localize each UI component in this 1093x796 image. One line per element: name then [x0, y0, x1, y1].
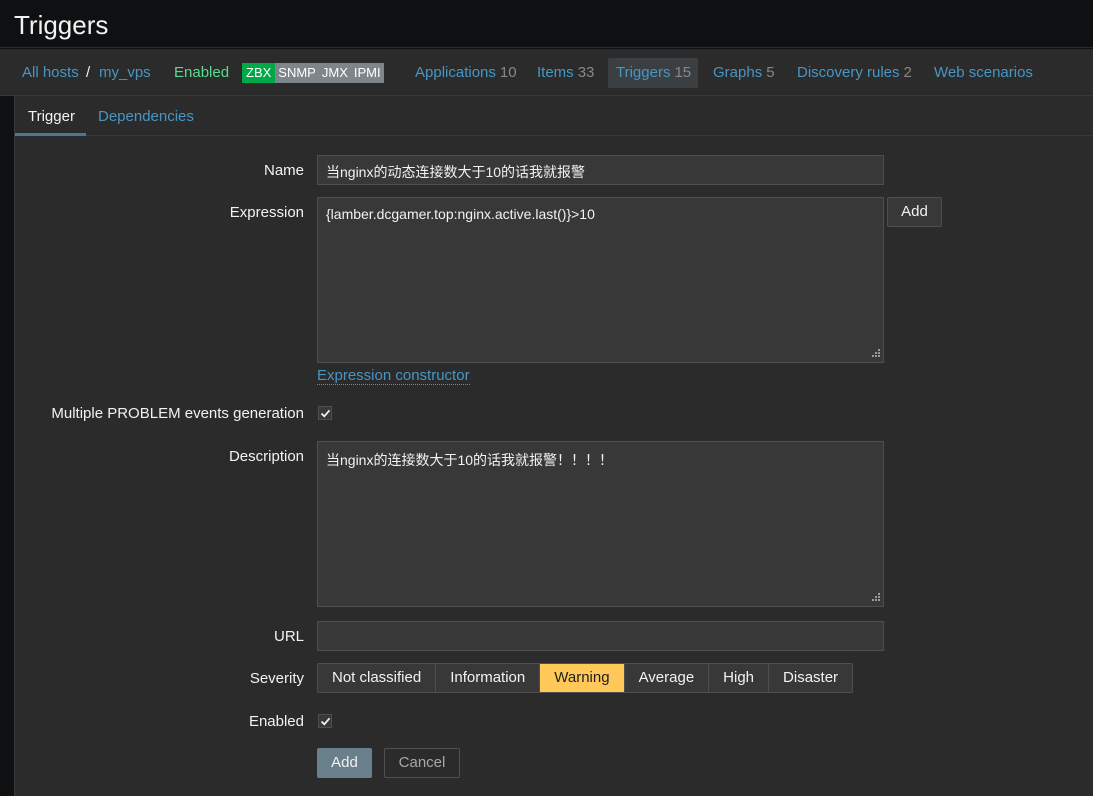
- items-link[interactable]: Items 33: [537, 64, 594, 81]
- expression-label: Expression: [229, 204, 304, 221]
- triggers-label: Triggers: [616, 64, 671, 81]
- zbx-availability-badge: ZBX: [242, 63, 276, 83]
- severity-disaster[interactable]: Disaster: [769, 664, 853, 692]
- resize-grip-icon[interactable]: [870, 349, 880, 359]
- url-input[interactable]: [317, 621, 884, 651]
- severity-label: Severity: [249, 670, 304, 687]
- availability-indicators: ZBX SNMP JMX IPMI: [242, 63, 384, 83]
- checkmark-icon: [320, 717, 331, 726]
- enabled-label: Enabled: [248, 713, 304, 730]
- graphs-count: 5: [766, 64, 775, 81]
- expression-value: {lamber.dcgamer.top:nginx.active.last()}…: [326, 206, 595, 222]
- items-count: 33: [577, 64, 595, 81]
- name-input[interactable]: 当nginx的动态连接数大于10的话我就报警: [317, 155, 884, 185]
- web-scenarios-link[interactable]: Web scenarios: [934, 64, 1033, 81]
- expression-textarea[interactable]: {lamber.dcgamer.top:nginx.active.last()}…: [317, 197, 884, 363]
- form-tabs: Trigger Dependencies: [15, 96, 1093, 136]
- discovery-rules-label: Discovery rules: [797, 64, 900, 81]
- severity-warning[interactable]: Warning: [540, 664, 625, 692]
- graphs-label: Graphs: [713, 64, 763, 81]
- description-label: Description: [228, 448, 304, 465]
- severity-information[interactable]: Information: [436, 664, 541, 692]
- severity-average[interactable]: Average: [624, 664, 710, 692]
- severity-selector: Not classified Information Warning Avera…: [317, 663, 854, 693]
- name-label: Name: [263, 162, 304, 179]
- cancel-button[interactable]: Cancel: [384, 748, 460, 778]
- tab-dependencies[interactable]: Dependencies: [98, 108, 194, 125]
- url-label: URL: [273, 628, 304, 645]
- multiple-problem-checkbox[interactable]: [318, 406, 332, 420]
- tab-trigger[interactable]: Trigger: [28, 108, 75, 125]
- host-link[interactable]: my_vps: [99, 64, 151, 81]
- enabled-checkbox[interactable]: [318, 714, 332, 728]
- applications-label: Applications: [415, 64, 496, 81]
- multiple-problem-label: Multiple PROBLEM events generation: [51, 405, 304, 422]
- trigger-form-panel: Trigger Dependencies Name 当nginx的动态连接数大于…: [14, 96, 1093, 796]
- active-tab-indicator: [15, 133, 86, 136]
- expression-add-button[interactable]: Add: [887, 197, 942, 227]
- applications-link[interactable]: Applications 10: [415, 64, 517, 81]
- description-value: 当nginx的连接数大于10的话我就报警！！！！: [326, 452, 614, 468]
- description-textarea[interactable]: 当nginx的连接数大于10的话我就报警！！！！: [317, 441, 884, 607]
- expression-constructor-link[interactable]: Expression constructor: [317, 367, 470, 385]
- graphs-link[interactable]: Graphs 5: [713, 64, 775, 81]
- severity-high[interactable]: High: [709, 664, 770, 692]
- jmx-availability-badge: JMX: [318, 63, 351, 83]
- discovery-rules-link[interactable]: Discovery rules 2: [797, 64, 912, 81]
- resize-grip-icon[interactable]: [870, 593, 880, 603]
- add-button[interactable]: Add: [317, 748, 372, 778]
- all-hosts-link[interactable]: All hosts: [22, 64, 79, 81]
- applications-count: 10: [499, 64, 517, 81]
- host-status[interactable]: Enabled: [174, 64, 229, 81]
- triggers-link[interactable]: Triggers 15: [616, 64, 691, 81]
- page-header: Triggers: [0, 0, 1093, 48]
- snmp-availability-badge: SNMP: [275, 63, 319, 83]
- ipmi-availability-badge: IPMI: [350, 63, 384, 83]
- triggers-count: 15: [674, 64, 692, 81]
- breadcrumb-separator: /: [86, 64, 91, 81]
- severity-not-classified[interactable]: Not classified: [318, 664, 437, 692]
- items-label: Items: [537, 64, 574, 81]
- page-title: Triggers: [14, 10, 109, 40]
- discovery-rules-count: 2: [903, 64, 912, 81]
- checkmark-icon: [320, 409, 331, 418]
